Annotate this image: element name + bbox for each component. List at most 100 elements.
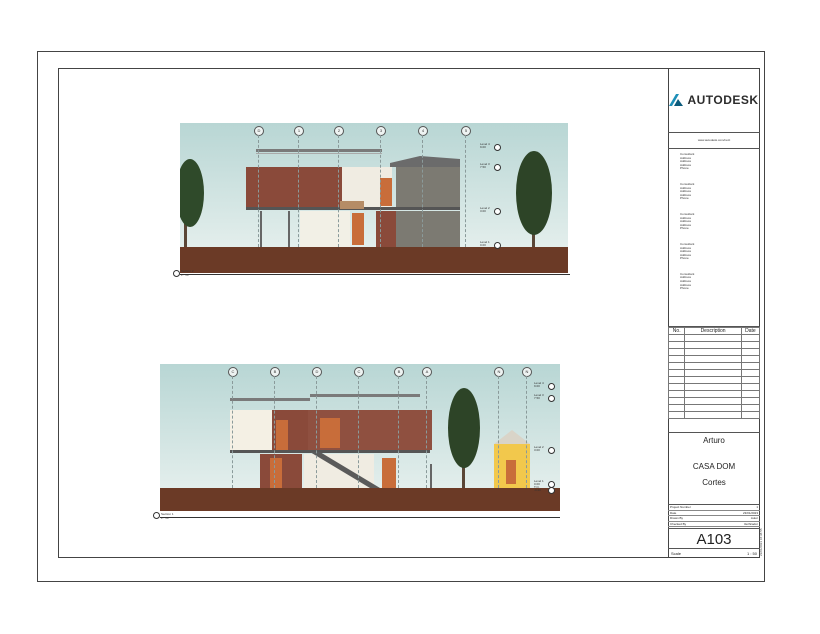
meta-value: 1 [756,505,758,509]
revision-cell [740,376,761,384]
level-tag: Level 2 3.00 [534,445,544,453]
level-marker-icon [494,242,501,249]
level-tag: Level 3 7.50 [480,162,490,170]
grid-bubble: 1 [294,126,304,136]
revision-row [667,362,761,370]
revision-row [667,397,761,405]
level-marker-icon [548,383,555,390]
grid-line [380,135,381,247]
revision-cell [684,334,742,342]
level-elevation: 7.50 [480,165,486,170]
level-tag: Level 1 0.00 [480,240,490,248]
grid-line [274,376,275,488]
autodesk-logo-icon [669,94,684,106]
revision-row [667,355,761,363]
level-elevation: 3.00 [480,209,486,214]
level-elevation: 7.50 [534,396,540,401]
grid-line [426,376,427,488]
consultant-line: Phone [680,166,689,171]
revision-cell [684,369,742,377]
revision-row [667,341,761,349]
rev-header-no: No. [667,327,686,335]
scale-row: Scale 1 : 50 [668,548,760,558]
grid-bubble: N [494,367,504,377]
grid-bubble: C [228,367,238,377]
logo-cell: AUTODESK [668,68,760,132]
meta-label: Date [670,510,677,515]
consultant-block: Consultant Address Address Address Phone [680,212,760,231]
project-meta: Project Number 1 Date 23/01/2023 Drawn By Aut… [668,504,760,528]
sheet-name: Cortes [702,478,726,487]
revision-cell [740,334,761,342]
revision-row [667,334,761,342]
scale-label: Scale [671,551,682,556]
revision-cell [667,369,686,377]
revision-cell [684,376,742,384]
grid-bubble: D [254,126,264,136]
section-a-caption-scale: 1 : 50 [181,273,189,277]
sheet-number: A103 [668,528,760,548]
revision-cell [667,383,686,391]
grid-line [358,376,359,488]
revision-cell [684,397,742,405]
scale-value: 1 : 50 [746,551,757,556]
grid-bubble: N [522,367,532,377]
consultant-block: Consultant Address Address Address Phone [680,152,760,171]
grid-line [498,376,499,488]
level-tag: Level 3 7.50 [534,393,544,401]
grid-bubble: C [354,367,364,377]
revision-cell [667,362,686,370]
section-a-drawing: D 1 2 3 4 5 Level 4 9.00 Level 3 7.50 Level 2 3.00 L… [180,123,568,273]
revision-cell [667,334,686,342]
grid-bubble: 4 [418,126,428,136]
revision-row [667,376,761,384]
level-marker-icon [494,144,501,151]
level-marker-icon [494,208,501,215]
consultant-block: Consultant Address Address Address Phone [680,182,760,201]
consultant-line: Phone [680,226,689,231]
section-b-caption: Section 1 1 : 50 [161,512,174,520]
revision-cell [667,404,686,412]
revision-row [667,411,761,419]
revision-table: No. Description Date [667,326,761,432]
revision-row [667,348,761,356]
level-elevation: 0.00 [480,243,486,248]
revision-cell [740,341,761,349]
revision-cell [740,404,761,412]
level-marker-icon [548,447,555,454]
meta-value: 23/01/2023 [742,510,758,515]
level-tag: T.O. -0.20 [534,485,541,493]
grid-line [398,376,399,488]
revision-cell [740,355,761,363]
consultant-block: Consultant Address Address Address Phone [680,242,760,261]
revision-cell [740,369,761,377]
meta-value: Autor [750,516,758,520]
consultants-panel: Consultant Address Address Address Phone Cons… [668,148,760,326]
owner-name: Arturo [668,432,760,446]
revision-cell [667,376,686,384]
meta-value: Verificador [743,521,758,526]
revision-row [667,383,761,391]
revision-row [667,404,761,412]
level-tag: Level 4 9.00 [534,381,544,389]
level-elevation: 9.00 [480,145,486,150]
level-marker-icon [548,395,555,402]
meta-label: Checked By [670,521,687,526]
level-elevation: 9.00 [534,384,540,389]
revision-cell [667,411,686,419]
revision-cell [667,348,686,356]
revision-cell [667,341,686,349]
level-elevation: -0.20 [534,488,541,493]
rev-header-date: Date [740,327,761,335]
print-timestamp: 23/01/2023 18:38:55 [759,528,763,556]
revision-cell [740,390,761,398]
grid-bubble: 3 [376,126,386,136]
revision-cell [684,341,742,349]
section-b-caption-marker [153,512,160,519]
level-tag: Level 4 9.00 [480,142,490,150]
grid-line [258,135,259,247]
revision-cell [667,355,686,363]
section-a-caption-marker [173,270,180,277]
grid-line [422,135,423,247]
meta-label: Drawn By [670,516,684,520]
